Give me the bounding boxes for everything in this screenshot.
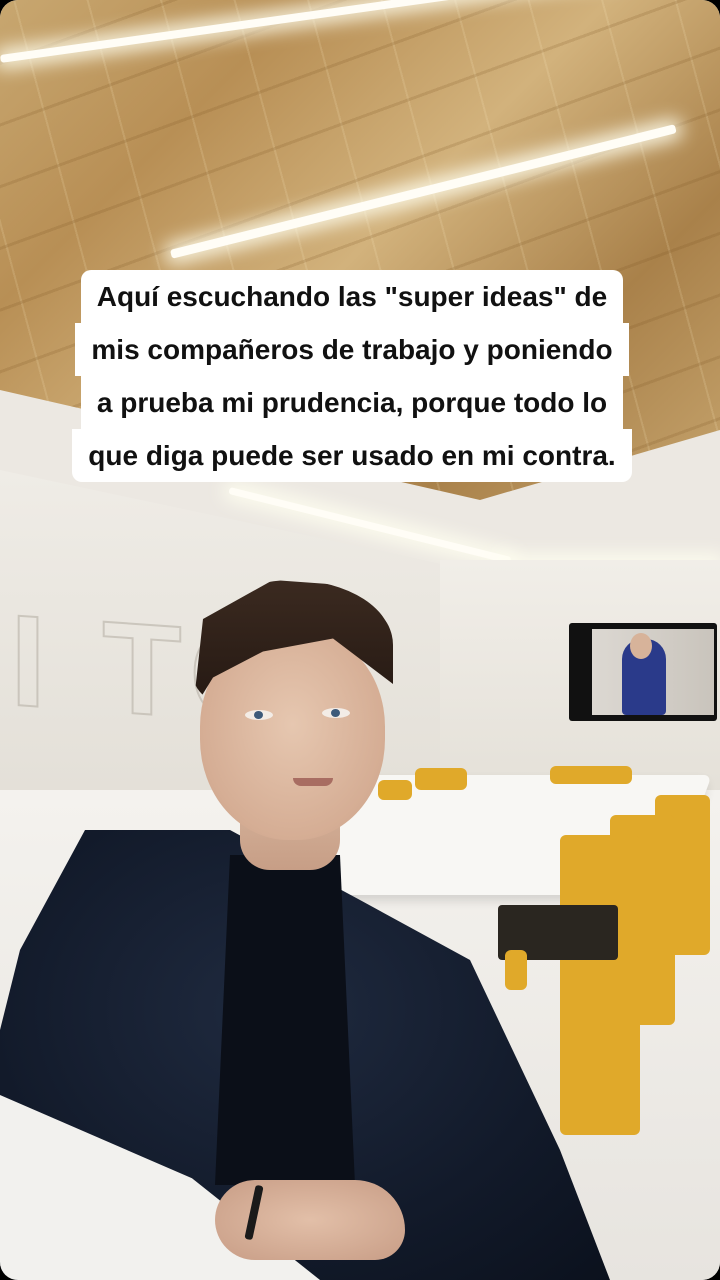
video-frame: I TO Aquí escuchando las "super ideas" d… [0, 0, 720, 1280]
caption-line: a prueba mi prudencia, porque todo lo [80, 376, 624, 429]
caption-line: que diga puede ser usado en mi contra. [72, 429, 632, 482]
caption-line: Aquí escuchando las "super ideas" de [80, 270, 624, 323]
clasped-hands [215, 1180, 405, 1260]
right-eye [322, 708, 350, 718]
tv-screen [592, 629, 714, 715]
left-eye [245, 710, 273, 720]
caption-line: mis compañeros de trabajo y poniendo [75, 323, 629, 376]
dark-shirt [215, 855, 355, 1185]
mouth [293, 778, 333, 786]
caption: Aquí escuchando las "super ideas" de mis… [20, 270, 684, 482]
tv-person-head [630, 633, 652, 659]
